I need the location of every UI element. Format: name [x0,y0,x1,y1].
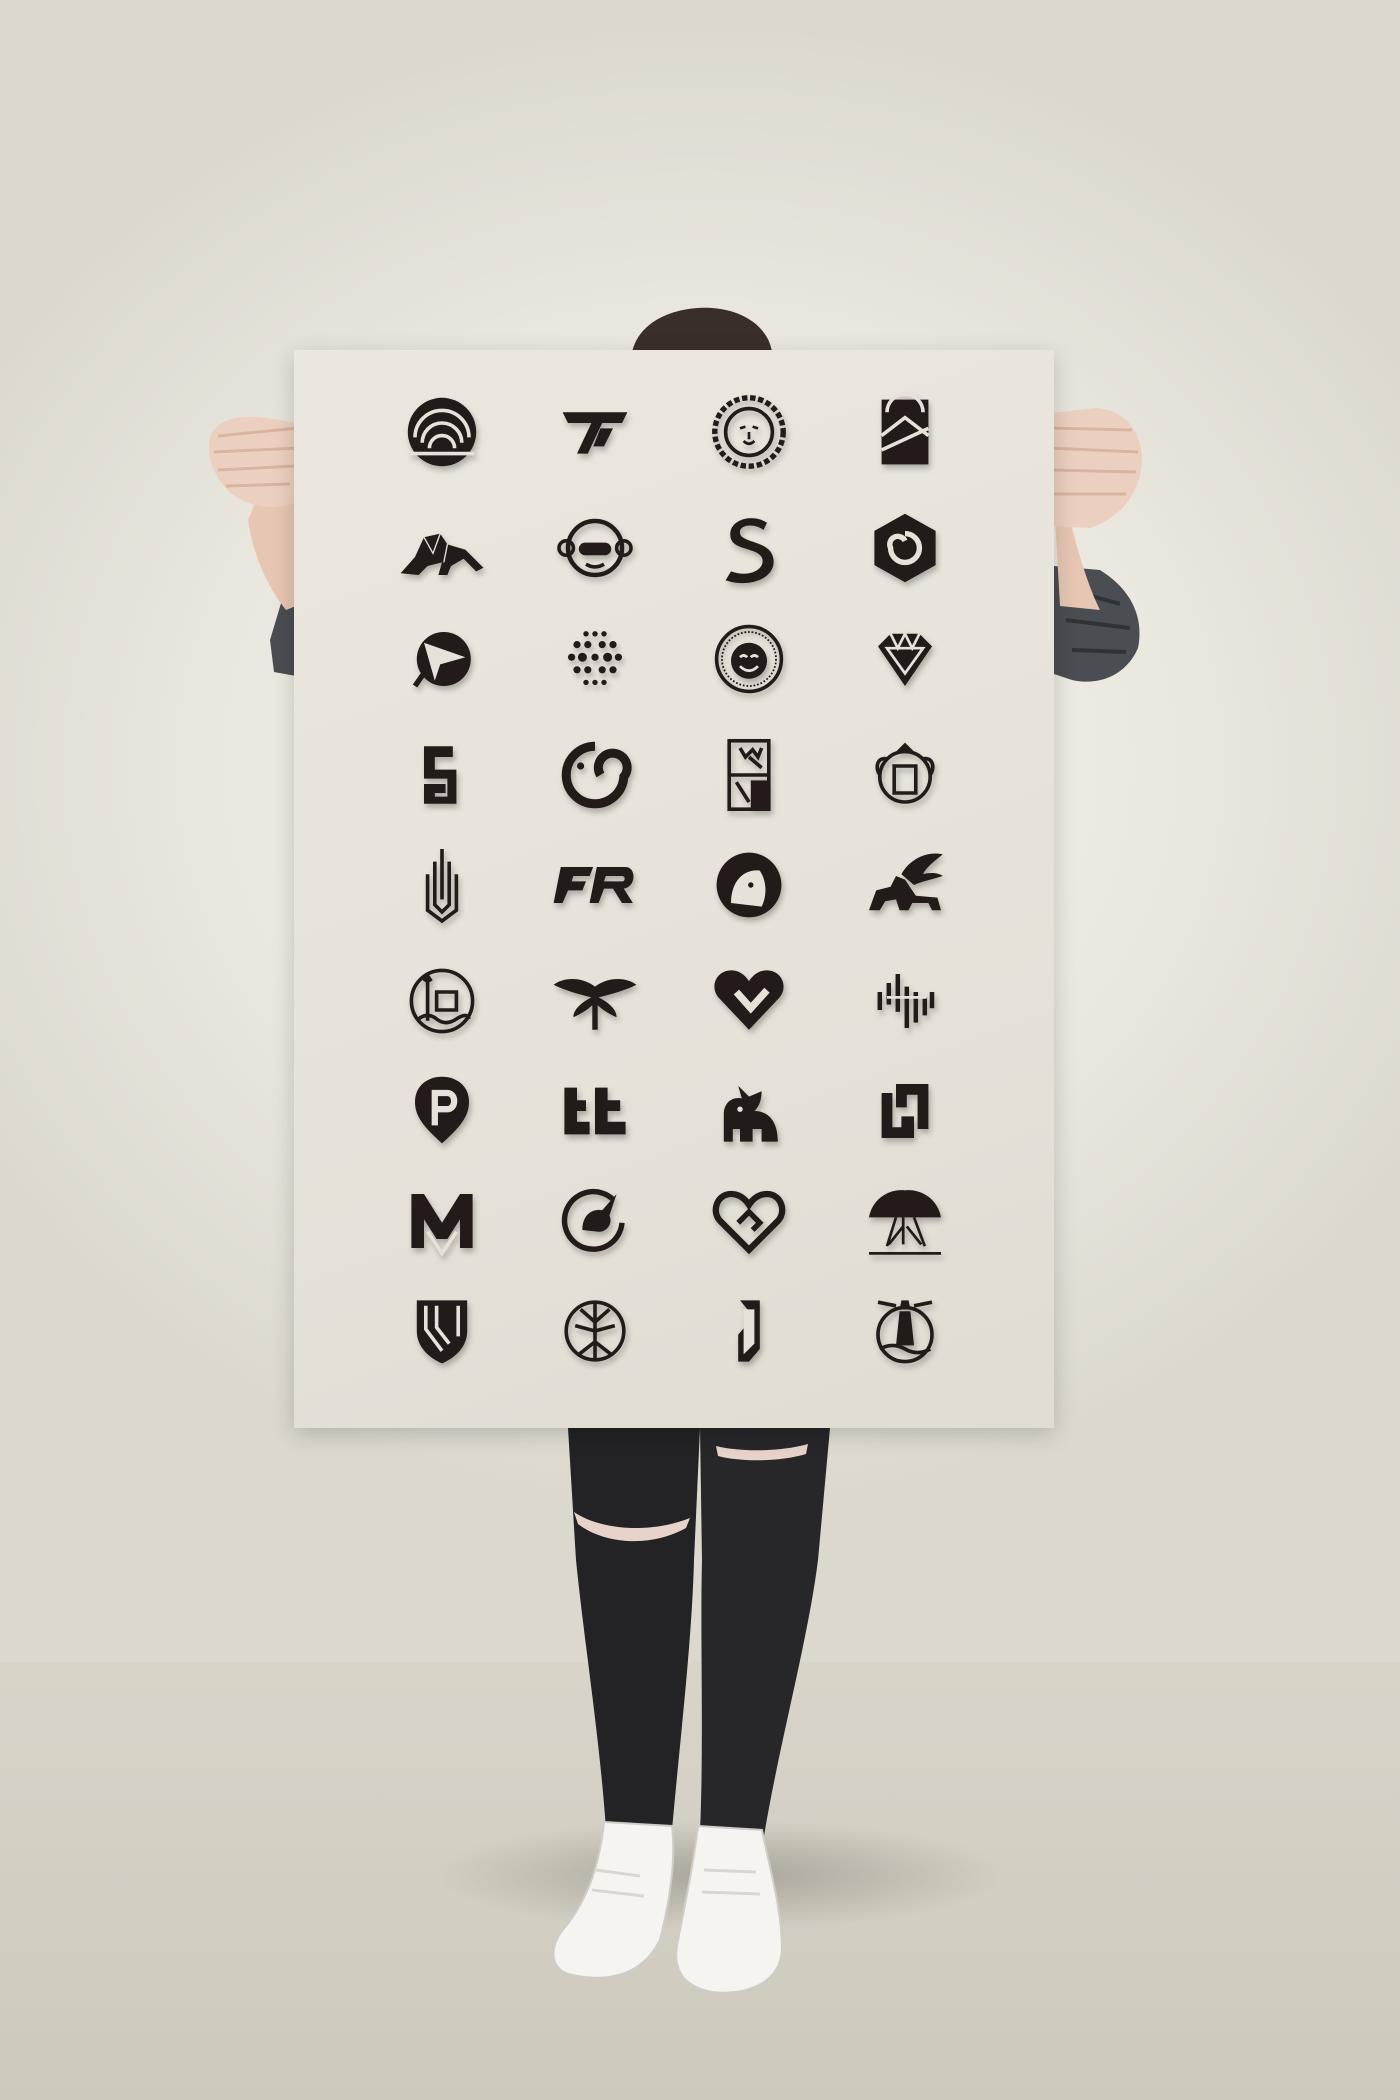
left-sneaker [552,1820,675,1979]
geometric-panther-icon [397,503,487,593]
logo-grid [294,350,1054,1428]
left-sleeve [270,600,296,676]
right-hand [1040,408,1142,528]
king-playing-card-icon [704,730,794,820]
lighthouse-circle-icon [860,1286,950,1376]
heart-v-icon [704,956,794,1046]
tt-ligature-icon [550,1066,640,1156]
mountain-sunrise-square-icon [860,387,950,477]
unicorn-circle-icon [550,1176,640,1266]
interlocked-square-icon [860,1066,950,1156]
astronaut-helmet-icon [704,840,794,930]
mermaid-crest-icon [860,730,950,820]
m-monogram-icon [397,1176,487,1266]
a-hexagon-icon [704,1286,794,1376]
dotted-hexagon-m-icon [550,614,640,704]
p-pin-heart-icon [397,1066,487,1156]
swan-s-icon [704,503,794,593]
v-shield-icon [397,1286,487,1376]
laughing-buddha-icon [704,614,794,704]
hair [632,307,772,352]
bg-monogram-icon [397,730,487,820]
soundwave-s-icon [860,956,950,1046]
tt-triangle-monogram-icon [550,387,640,477]
chameleon-icon [550,730,640,820]
diamond-heart-icon [860,614,950,704]
neptune-circle-icon [397,956,487,1046]
fr-monogram-icon [550,840,640,930]
moth-icon [550,956,640,1046]
poster [294,350,1054,1428]
banyan-tree-icon [860,1176,950,1266]
right-leg [700,1428,830,1836]
hexagon-swirl-icon [860,503,950,593]
rhino-icon [704,1066,794,1156]
paper-plane-circle-icon [397,614,487,704]
heart-handshake-icon [704,1176,794,1266]
tree-roots-circle-icon [550,1286,640,1376]
winged-lion-icon [860,840,950,930]
skyscraper-icon [397,840,487,930]
gamer-monkey-icon [550,503,640,593]
left-leg [568,1428,700,1830]
lion-head-circle-icon [704,387,794,477]
right-sneaker [675,1824,784,1994]
arches-circle-icon [397,387,487,477]
